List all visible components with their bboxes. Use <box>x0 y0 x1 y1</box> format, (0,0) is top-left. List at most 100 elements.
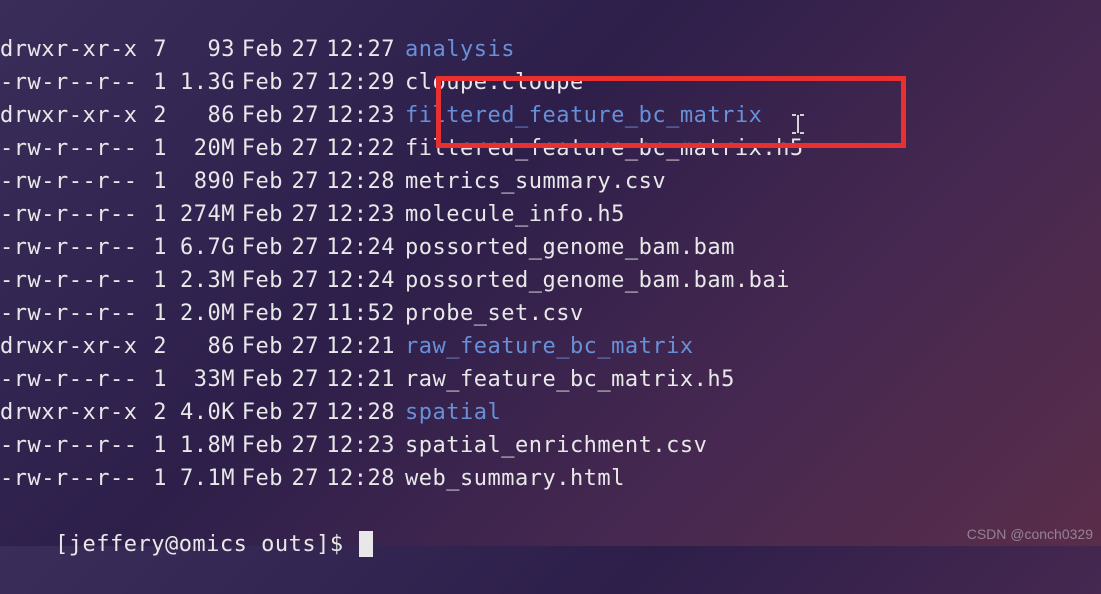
partial-line <box>0 0 1101 33</box>
cursor-icon <box>359 531 373 557</box>
file-name: spatial_enrichment.csv <box>405 433 707 458</box>
file-size: 274M <box>167 198 235 231</box>
listing-row: drwxr-xr-x793Feb2712:27 analysis <box>0 33 1101 66</box>
date-day: 27 <box>283 363 319 396</box>
directory-name: analysis <box>405 37 515 62</box>
link-count: 2 <box>145 99 167 132</box>
link-count: 1 <box>145 429 167 462</box>
link-count: 7 <box>145 33 167 66</box>
listing-row: -rw-r--r--11.8MFeb2712:23spatial_enrichm… <box>0 429 1101 462</box>
file-name: filtered_feature_bc_matrix.h5 <box>405 136 804 161</box>
date-time: 12:28 <box>319 396 395 429</box>
date-month: Feb <box>235 330 283 363</box>
date-time: 12:29 <box>319 66 395 99</box>
date-time: 12:28 <box>319 165 395 198</box>
shell-prompt: [jeffery@omics outs]$ <box>55 532 357 557</box>
listing-row: -rw-r--r--12.0MFeb2711:52probe_set.csv <box>0 297 1101 330</box>
listing-row: drwxr-xr-x24.0KFeb2712:28spatial <box>0 396 1101 429</box>
file-size: 93 <box>167 33 235 66</box>
file-name: web_summary.html <box>405 466 625 491</box>
file-listing: drwxr-xr-x793Feb2712:27analysis-rw-r--r-… <box>0 33 1101 495</box>
date-month: Feb <box>235 132 283 165</box>
date-day: 27 <box>283 33 319 66</box>
file-size: 20M <box>167 132 235 165</box>
link-count: 1 <box>145 363 167 396</box>
date-day: 27 <box>283 297 319 330</box>
date-month: Feb <box>235 363 283 396</box>
link-count: 2 <box>145 330 167 363</box>
prompt-line[interactable]: [jeffery@omics outs]$ <box>0 495 1101 594</box>
date-day: 27 <box>283 396 319 429</box>
date-time: 12:23 <box>319 429 395 462</box>
permissions: -rw-r--r-- <box>0 297 145 330</box>
file-size: 890 <box>167 165 235 198</box>
file-name: probe_set.csv <box>405 301 584 326</box>
file-size: 2.3M <box>167 264 235 297</box>
permissions: -rw-r--r-- <box>0 363 145 396</box>
file-size: 33M <box>167 363 235 396</box>
date-month: Feb <box>235 99 283 132</box>
link-count: 1 <box>145 462 167 495</box>
date-day: 27 <box>283 330 319 363</box>
link-count: 1 <box>145 66 167 99</box>
date-day: 27 <box>283 132 319 165</box>
listing-row: -rw-r--r--16.7GFeb2712:24possorted_genom… <box>0 231 1101 264</box>
watermark-text: CSDN @conch0329 <box>967 526 1093 542</box>
file-size: 2.0M <box>167 297 235 330</box>
link-count: 1 <box>145 165 167 198</box>
date-month: Feb <box>235 33 283 66</box>
listing-row: -rw-r--r--1274MFeb2712:23molecule_info.h… <box>0 198 1101 231</box>
listing-row: -rw-r--r--17.1MFeb2712:28web_summary.htm… <box>0 462 1101 495</box>
date-time: 12:23 <box>319 99 395 132</box>
date-day: 27 <box>283 231 319 264</box>
directory-name: raw_feature_bc_matrix <box>405 334 694 359</box>
link-count: 1 <box>145 264 167 297</box>
listing-row: -rw-r--r--133MFeb2712:21raw_feature_bc_m… <box>0 363 1101 396</box>
file-name: cloupe.cloupe <box>405 70 584 95</box>
date-time: 12:27 <box>319 33 395 66</box>
listing-row: -rw-r--r--120MFeb2712:22filtered_feature… <box>0 132 1101 165</box>
date-month: Feb <box>235 231 283 264</box>
permissions: -rw-r--r-- <box>0 429 145 462</box>
permissions: drwxr-xr-x <box>0 396 145 429</box>
date-month: Feb <box>235 165 283 198</box>
link-count: 2 <box>145 396 167 429</box>
terminal-output[interactable]: drwxr-xr-x793Feb2712:27analysis-rw-r--r-… <box>0 0 1101 594</box>
date-month: Feb <box>235 264 283 297</box>
date-day: 27 <box>283 462 319 495</box>
date-month: Feb <box>235 66 283 99</box>
date-time: 11:52 <box>319 297 395 330</box>
file-name: possorted_genome_bam.bam.bai <box>405 268 790 293</box>
date-month: Feb <box>235 429 283 462</box>
listing-row: -rw-r--r--1890Feb2712:28metrics_summary.… <box>0 165 1101 198</box>
date-month: Feb <box>235 297 283 330</box>
link-count: 1 <box>145 231 167 264</box>
link-count: 1 <box>145 198 167 231</box>
date-day: 27 <box>283 99 319 132</box>
file-size: 1.3G <box>167 66 235 99</box>
date-time: 12:22 <box>319 132 395 165</box>
listing-row: drwxr-xr-x286Feb2712:23filtered_feature_… <box>0 99 1101 132</box>
date-time: 12:28 <box>319 462 395 495</box>
permissions: -rw-r--r-- <box>0 165 145 198</box>
date-time: 12:21 <box>319 330 395 363</box>
directory-name: spatial <box>405 400 501 425</box>
date-month: Feb <box>235 396 283 429</box>
date-time: 12:23 <box>319 198 395 231</box>
date-month: Feb <box>235 462 283 495</box>
file-size: 6.7G <box>167 231 235 264</box>
file-name: possorted_genome_bam.bam <box>405 235 735 260</box>
file-size: 86 <box>167 99 235 132</box>
file-name: raw_feature_bc_matrix.h5 <box>405 367 735 392</box>
permissions: -rw-r--r-- <box>0 231 145 264</box>
file-size: 7.1M <box>167 462 235 495</box>
date-month: Feb <box>235 198 283 231</box>
permissions: -rw-r--r-- <box>0 198 145 231</box>
listing-row: -rw-r--r--12.3MFeb2712:24possorted_genom… <box>0 264 1101 297</box>
date-day: 27 <box>283 264 319 297</box>
permissions: drwxr-xr-x <box>0 33 145 66</box>
file-name: molecule_info.h5 <box>405 202 625 227</box>
date-day: 27 <box>283 165 319 198</box>
date-day: 27 <box>283 66 319 99</box>
permissions: -rw-r--r-- <box>0 66 145 99</box>
